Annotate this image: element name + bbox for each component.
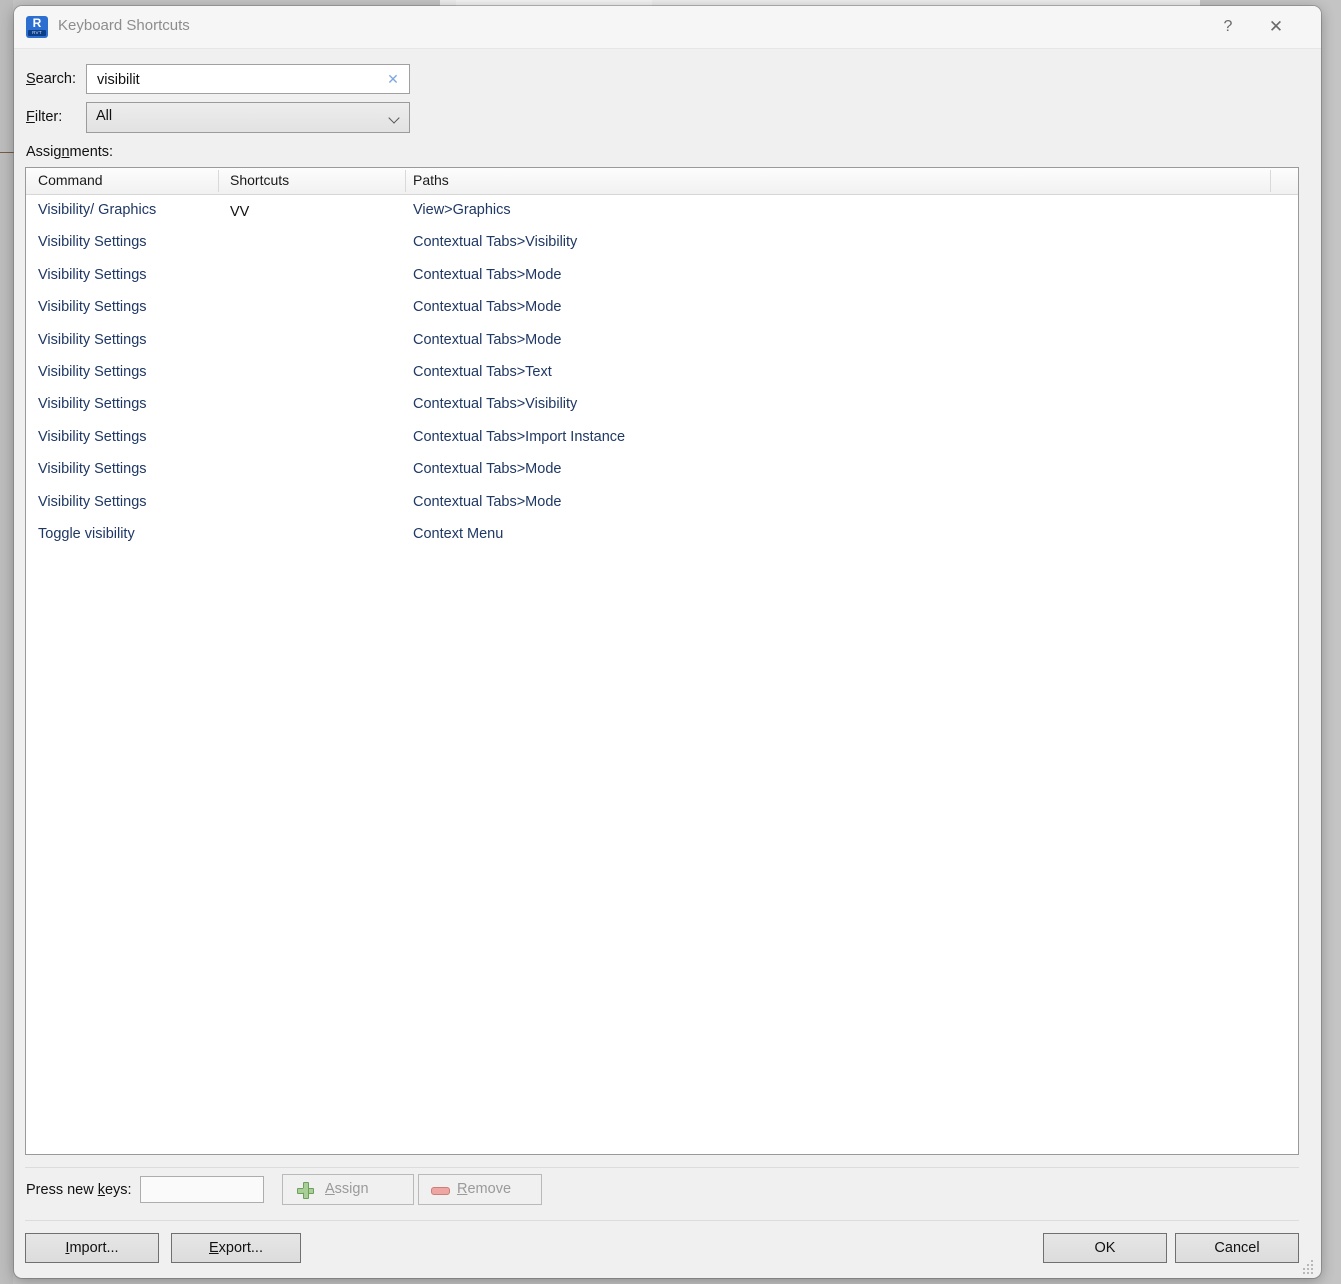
- app-icon-letter: R: [32, 16, 42, 30]
- cell-command: Visibility/ Graphics: [38, 202, 157, 218]
- cell-path: Contextual Tabs>Mode: [413, 299, 562, 316]
- assignments-label-mnemonic: n: [61, 144, 70, 160]
- remove-button[interactable]: Remove: [418, 1174, 542, 1205]
- search-box[interactable]: ✕: [86, 64, 410, 95]
- table-row[interactable]: Visibility Settings Contextual Tabs>Impor…: [26, 422, 1298, 454]
- column-header-paths[interactable]: Paths: [413, 172, 449, 188]
- search-label-mnemonic: S: [26, 71, 36, 87]
- press-label-a: Press new: [26, 1182, 98, 1198]
- cell-path: Contextual Tabs>Visibility: [413, 234, 578, 251]
- remove-mnemonic: R: [457, 1181, 468, 1197]
- cell-path: Contextual Tabs>Import Instance: [413, 428, 626, 445]
- export-rest: xport...: [218, 1240, 263, 1256]
- search-row: Search: ✕: [14, 64, 1321, 95]
- cell-path: Contextual Tabs>Mode: [413, 331, 562, 348]
- cell-command: Visibility Settings: [38, 396, 147, 413]
- ok-button[interactable]: OK: [1043, 1233, 1167, 1263]
- column-header-shortcuts[interactable]: Shortcuts: [230, 172, 289, 188]
- table-row[interactable]: Visibility Settings Contextual Tabs>Mode: [26, 260, 1298, 292]
- app-icon-sublabel: RVT: [28, 30, 46, 36]
- chevron-down-icon: [390, 113, 400, 123]
- remove-rest: emove: [467, 1181, 512, 1197]
- table-row[interactable]: Visibility/ Graphics VV View>Graphics: [26, 195, 1298, 227]
- filter-label: Filter:: [26, 109, 62, 125]
- divider-above-press-keys: [25, 1167, 1299, 1168]
- export-button[interactable]: Export...: [171, 1233, 301, 1263]
- cell-path: View>Graphics: [413, 202, 511, 218]
- import-button[interactable]: Import...: [25, 1233, 159, 1263]
- search-label: Search:: [26, 71, 76, 87]
- cell-command: Visibility Settings: [38, 266, 147, 283]
- column-divider-2[interactable]: [405, 170, 406, 192]
- cell-command: Visibility Settings: [38, 234, 147, 251]
- table-row[interactable]: Visibility Settings Contextual Tabs>Visib…: [26, 227, 1298, 259]
- filter-row: Filter: All: [14, 102, 1321, 133]
- assignments-label-b: ments:: [69, 144, 114, 160]
- cell-path: Contextual Tabs>Text: [413, 363, 552, 380]
- table-row[interactable]: Visibility Settings Contextual Tabs>Mode: [26, 487, 1298, 519]
- table-body: Visibility/ Graphics VV View>Graphics Visib…: [26, 195, 1298, 1154]
- assignments-label: Assignments:: [26, 144, 113, 160]
- assign-button[interactable]: Assign: [282, 1174, 414, 1205]
- resize-grip[interactable]: [1301, 1260, 1315, 1274]
- clear-search-icon[interactable]: ✕: [383, 69, 403, 89]
- table-row[interactable]: Toggle visibility Context Menu: [26, 519, 1298, 551]
- column-divider-3[interactable]: [1270, 170, 1271, 192]
- press-new-keys-input[interactable]: [140, 1176, 264, 1203]
- remove-button-label: Remove: [457, 1181, 511, 1197]
- column-header-command[interactable]: Command: [38, 172, 103, 188]
- table-row[interactable]: Visibility Settings Contextual Tabs>Text: [26, 357, 1298, 389]
- help-icon[interactable]: ?: [1211, 14, 1245, 40]
- minus-icon: [431, 1187, 450, 1195]
- cell-command: Visibility Settings: [38, 299, 147, 316]
- cell-command: Visibility Settings: [38, 461, 147, 478]
- filter-label-mnemonic: F: [26, 109, 35, 125]
- assign-rest: ssign: [334, 1181, 369, 1197]
- cell-command: Visibility Settings: [38, 493, 147, 510]
- close-icon[interactable]: ✕: [1259, 14, 1293, 40]
- divider-above-footer: [25, 1220, 1299, 1221]
- keyboard-shortcuts-dialog: R RVT Keyboard Shortcuts ? ✕ Search: ✕ F…: [14, 6, 1321, 1278]
- cancel-button[interactable]: Cancel: [1175, 1233, 1299, 1263]
- dialog-title: Keyboard Shortcuts: [58, 17, 190, 34]
- import-rest: mport...: [69, 1240, 119, 1256]
- cell-command: Visibility Settings: [38, 428, 147, 445]
- cell-path: Contextual Tabs>Mode: [413, 461, 562, 478]
- cell-command: Visibility Settings: [38, 331, 147, 348]
- press-new-keys-label: Press new keys:: [26, 1182, 132, 1198]
- search-label-rest: earch:: [35, 71, 76, 87]
- assignments-label-a: Assig: [26, 144, 62, 160]
- column-divider-1[interactable]: [218, 170, 219, 192]
- cell-shortcut: VV: [230, 204, 250, 220]
- export-mnemonic: E: [209, 1240, 219, 1256]
- assign-mnemonic: A: [325, 1181, 335, 1197]
- press-label-b: eys:: [104, 1182, 132, 1198]
- plus-icon: [297, 1182, 314, 1199]
- assign-button-label: Assign: [325, 1181, 369, 1197]
- press-label-mnemonic: k: [97, 1182, 105, 1198]
- table-row[interactable]: Visibility Settings Contextual Tabs>Visib…: [26, 389, 1298, 421]
- background-left-panel: [0, 0, 13, 1284]
- table-header-row: Command Shortcuts Paths: [26, 168, 1298, 195]
- assignments-table: Command Shortcuts Paths Visibility/ Grap…: [25, 167, 1299, 1155]
- cell-command: Visibility Settings: [38, 363, 147, 380]
- cell-command: Toggle visibility: [38, 525, 135, 542]
- cell-path: Context Menu: [413, 525, 504, 542]
- table-row[interactable]: Visibility Settings Contextual Tabs>Mode: [26, 292, 1298, 324]
- filter-selected-value: All: [96, 108, 113, 124]
- cell-path: Contextual Tabs>Visibility: [413, 396, 578, 413]
- dialog-titlebar: R RVT Keyboard Shortcuts ? ✕: [14, 6, 1321, 49]
- table-row[interactable]: Visibility Settings Contextual Tabs>Mode: [26, 454, 1298, 486]
- filter-dropdown[interactable]: All: [86, 102, 410, 133]
- table-row[interactable]: Visibility Settings Contextual Tabs>Mode: [26, 325, 1298, 357]
- search-input[interactable]: [95, 65, 377, 95]
- revit-app-icon: R RVT: [26, 16, 48, 38]
- cell-path: Contextual Tabs>Mode: [413, 266, 562, 283]
- cell-path: Contextual Tabs>Mode: [413, 493, 562, 510]
- filter-label-rest: ilter:: [34, 109, 63, 125]
